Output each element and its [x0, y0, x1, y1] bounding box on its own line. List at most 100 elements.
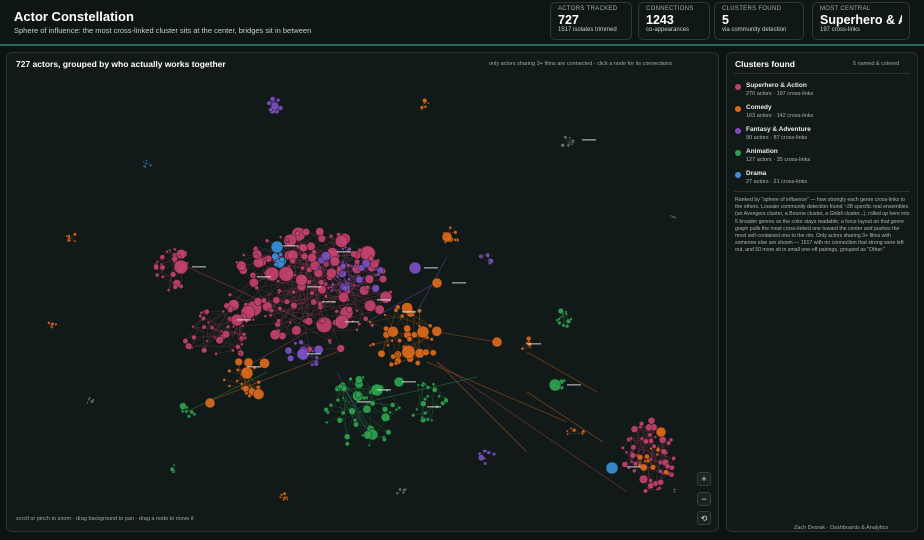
- actor-node[interactable]: [431, 326, 442, 337]
- zoom-in-button[interactable]: +: [697, 472, 711, 486]
- actor-node[interactable]: [352, 283, 356, 287]
- actor-node[interactable]: [186, 414, 191, 419]
- actor-node[interactable]: [238, 335, 244, 341]
- actor-node[interactable]: [437, 394, 441, 398]
- actor-node[interactable]: [570, 142, 574, 146]
- actor-node[interactable]: [400, 313, 405, 319]
- actor-node[interactable]: [430, 418, 434, 422]
- actor-node[interactable]: [429, 337, 434, 342]
- actor-node[interactable]: [361, 395, 367, 401]
- actor-node[interactable]: [311, 349, 315, 353]
- actor-node[interactable]: [263, 256, 267, 260]
- actor-node[interactable]: [565, 324, 570, 329]
- actor-node[interactable]: [357, 322, 362, 327]
- actor-node[interactable]: [423, 105, 428, 109]
- actor-node[interactable]: [220, 329, 224, 333]
- actor-node[interactable]: [172, 284, 178, 290]
- actor-node[interactable]: [428, 323, 433, 329]
- actor-node[interactable]: [233, 331, 237, 335]
- actor-node[interactable]: [357, 264, 366, 272]
- actor-node[interactable]: [363, 316, 369, 322]
- actor-node[interactable]: [381, 437, 387, 442]
- actor-node[interactable]: [271, 252, 280, 261]
- actor-node[interactable]: [422, 98, 428, 104]
- actor-node[interactable]: [657, 479, 664, 486]
- actor-node[interactable]: [209, 325, 215, 330]
- actor-node[interactable]: [273, 262, 279, 267]
- actor-node[interactable]: [278, 266, 294, 282]
- actor-node[interactable]: [339, 270, 344, 275]
- actor-node[interactable]: [350, 250, 358, 258]
- actor-node[interactable]: [329, 256, 341, 267]
- actor-node[interactable]: [269, 307, 275, 313]
- actor-node[interactable]: [159, 254, 166, 260]
- actor-node[interactable]: [54, 322, 58, 326]
- actor-node[interactable]: [221, 309, 225, 314]
- actor-node[interactable]: [380, 412, 391, 422]
- actor-node[interactable]: [492, 452, 497, 457]
- actor-node[interactable]: [408, 261, 422, 275]
- actor-node[interactable]: [632, 461, 638, 467]
- actor-node[interactable]: [265, 238, 270, 243]
- actor-node[interactable]: [341, 396, 345, 400]
- actor-node[interactable]: [289, 258, 296, 265]
- actor-node[interactable]: [178, 283, 184, 289]
- actor-node[interactable]: [300, 265, 306, 271]
- actor-node[interactable]: [643, 459, 647, 463]
- actor-node[interactable]: [648, 478, 653, 483]
- actor-node[interactable]: [639, 474, 649, 484]
- actor-node[interactable]: [344, 245, 348, 249]
- actor-node[interactable]: [279, 256, 286, 263]
- actor-node[interactable]: [377, 349, 386, 358]
- actor-node[interactable]: [401, 345, 416, 359]
- actor-node[interactable]: [327, 338, 332, 343]
- actor-node[interactable]: [443, 398, 449, 404]
- actor-node[interactable]: [260, 297, 267, 304]
- actor-node[interactable]: [653, 435, 657, 439]
- actor-node[interactable]: [368, 344, 372, 348]
- actor-node[interactable]: [235, 379, 239, 383]
- actor-node[interactable]: [562, 314, 565, 318]
- actor-node[interactable]: [672, 215, 675, 219]
- actor-node[interactable]: [235, 344, 241, 350]
- actor-node[interactable]: [335, 398, 340, 403]
- actor-node[interactable]: [563, 135, 568, 139]
- actor-node[interactable]: [276, 318, 281, 324]
- actor-node[interactable]: [242, 385, 250, 393]
- actor-node[interactable]: [364, 299, 377, 312]
- actor-node[interactable]: [315, 227, 325, 237]
- actor-node[interactable]: [420, 105, 424, 109]
- actor-node[interactable]: [222, 378, 226, 382]
- actor-node[interactable]: [645, 458, 651, 464]
- actor-node[interactable]: [191, 325, 195, 329]
- actor-node[interactable]: [263, 314, 267, 318]
- actor-node[interactable]: [338, 291, 349, 303]
- actor-node[interactable]: [341, 247, 345, 251]
- actor-node[interactable]: [403, 324, 412, 333]
- actor-node[interactable]: [277, 291, 281, 295]
- actor-node[interactable]: [334, 309, 339, 314]
- actor-node[interactable]: [655, 453, 659, 457]
- actor-node[interactable]: [658, 435, 667, 444]
- actor-node[interactable]: [266, 100, 272, 106]
- actor-node[interactable]: [185, 342, 193, 350]
- actor-node[interactable]: [191, 334, 197, 341]
- actor-node[interactable]: [88, 396, 91, 400]
- actor-node[interactable]: [304, 317, 313, 326]
- actor-node[interactable]: [275, 97, 281, 103]
- actor-node[interactable]: [488, 261, 492, 265]
- actor-node[interactable]: [73, 232, 77, 237]
- actor-node[interactable]: [371, 342, 376, 347]
- actor-node[interactable]: [526, 336, 532, 342]
- actor-node[interactable]: [636, 454, 644, 461]
- actor-node[interactable]: [319, 318, 326, 324]
- actor-node[interactable]: [423, 411, 428, 416]
- actor-node[interactable]: [160, 275, 165, 279]
- actor-node[interactable]: [354, 391, 362, 399]
- actor-node[interactable]: [302, 228, 310, 236]
- actor-node[interactable]: [291, 325, 302, 336]
- actor-node[interactable]: [341, 284, 349, 292]
- actor-node[interactable]: [368, 320, 372, 324]
- actor-node[interactable]: [390, 339, 394, 343]
- actor-node[interactable]: [213, 335, 217, 339]
